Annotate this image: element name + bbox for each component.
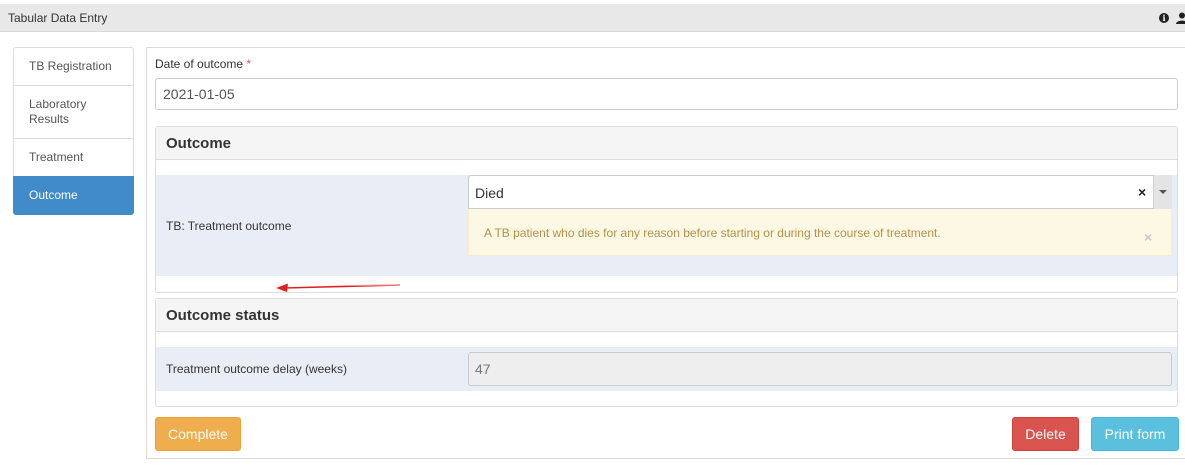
user-icon[interactable] (1176, 12, 1185, 24)
info-icon[interactable]: i (1159, 13, 1169, 23)
sidebar-item-tb-registration[interactable]: TB Registration (13, 47, 134, 86)
annotation-arrow-icon (276, 283, 401, 292)
sidebar-item-outcome[interactable]: Outcome (13, 176, 134, 215)
outcome-panel-title: Outcome (156, 127, 1177, 160)
sidebar-item-laboratory-results[interactable]: Laboratory Results (13, 85, 134, 139)
close-icon[interactable]: × (1144, 229, 1152, 245)
sidebar-item-treatment[interactable]: Treatment (13, 138, 134, 177)
outcome-panel: Outcome TB: Treatment outcome Died × A T… (155, 126, 1178, 293)
treatment-delay-label: Treatment outcome delay (weeks) (166, 362, 347, 376)
treatment-outcome-select[interactable]: Died × (468, 175, 1172, 209)
treatment-outcome-row: TB: Treatment outcome Died × A TB patien… (156, 175, 1177, 276)
app-title: Tabular Data Entry (8, 11, 108, 25)
outcome-description-text: A TB patient who dies for any reason bef… (484, 226, 941, 240)
sidebar-nav: TB Registration Laboratory Results Treat… (13, 47, 134, 215)
delete-button[interactable]: Delete (1012, 417, 1079, 451)
date-of-outcome-label-text: Date of outcome (155, 57, 244, 71)
title-bar: Tabular Data Entry i (0, 4, 1185, 32)
outcome-status-panel-title: Outcome status (156, 299, 1177, 332)
print-form-button[interactable]: Print form (1091, 417, 1179, 451)
treatment-delay-input (468, 352, 1172, 386)
required-marker: * (246, 57, 252, 71)
treatment-outcome-value: Died (475, 185, 504, 201)
complete-button[interactable]: Complete (155, 417, 241, 451)
treatment-outcome-label: TB: Treatment outcome (166, 219, 292, 233)
clear-selection-icon[interactable]: × (1138, 184, 1146, 200)
date-of-outcome-label: Date of outcome * (155, 57, 251, 71)
treatment-delay-row: Treatment outcome delay (weeks) (156, 347, 1177, 391)
outcome-status-panel: Outcome status Treatment outcome delay (… (155, 298, 1178, 407)
chevron-down-icon (1159, 190, 1167, 194)
outcome-description-alert: A TB patient who dies for any reason bef… (468, 209, 1172, 256)
date-of-outcome-input[interactable] (155, 78, 1178, 110)
dropdown-toggle[interactable] (1153, 175, 1172, 209)
